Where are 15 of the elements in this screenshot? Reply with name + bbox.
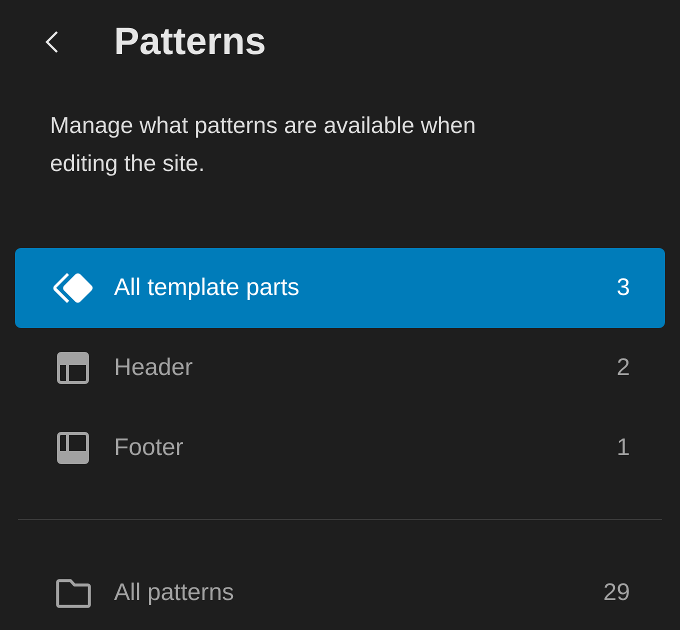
nav-item[interactable]: Header 2 [15, 328, 665, 408]
item-count: 3 [616, 274, 630, 302]
item-count: 29 [603, 579, 630, 607]
diamond-symbol-icon [53, 273, 93, 303]
folder-icon [56, 578, 90, 608]
panel-title: Patterns [114, 20, 266, 64]
item-count: 1 [616, 434, 630, 462]
header-layout-icon [57, 352, 89, 384]
nav-item[interactable]: All template parts 3 [15, 248, 665, 328]
footer-layout-icon [57, 432, 89, 464]
nav-item[interactable]: Footer 1 [15, 408, 665, 488]
nav-item[interactable]: All patterns 29 [15, 553, 665, 630]
panel-description: Manage what patterns are available when editing the site. [50, 111, 477, 178]
back-icon[interactable] [45, 30, 59, 54]
item-count: 2 [616, 354, 630, 382]
